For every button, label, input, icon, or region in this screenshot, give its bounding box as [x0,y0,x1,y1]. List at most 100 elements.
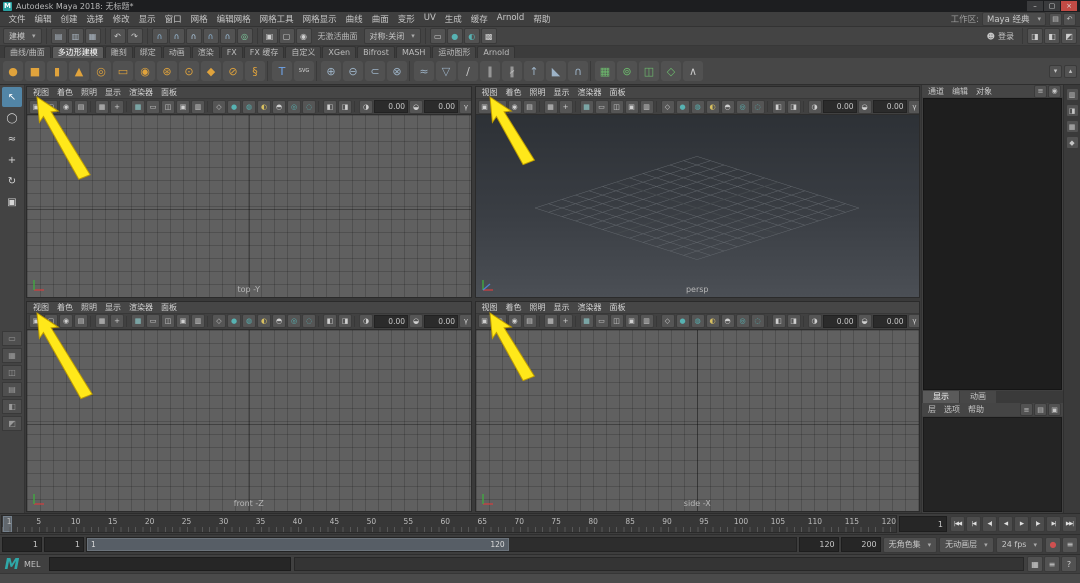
film-gate-icon[interactable]: ▭ [595,314,609,328]
menu-item[interactable]: 窗口 [160,13,186,25]
image-plane-icon[interactable]: ▦ [95,314,109,328]
go-to-start-button[interactable]: |◀◀ [950,516,965,532]
separate-icon[interactable]: ⊖ [343,61,363,81]
snap-to-point-icon[interactable]: ∩ [186,28,202,44]
isolate-select-icon[interactable]: ◧ [323,314,337,328]
shelf-tab[interactable]: 自定义 [285,46,321,58]
symmetry-icon[interactable]: ◇ [661,61,681,81]
current-frame-field[interactable]: 1 [899,516,947,532]
image-plane-icon[interactable]: ▦ [544,100,558,114]
shelf-tab[interactable]: 多边形建模 [52,46,104,58]
resolution-gate-icon[interactable]: ◫ [610,100,624,114]
layout-four-pane-icon[interactable]: ▦ [2,348,22,363]
screen-space-ao-icon[interactable]: ◎ [287,100,301,114]
field-chart-icon[interactable]: ▥ [640,100,654,114]
bookmarks-icon[interactable]: ▤ [523,100,537,114]
panel-menu-renderer[interactable]: 渲染器 [574,302,606,313]
menu-item[interactable]: 帮助 [529,13,555,25]
animation-preferences-button[interactable]: ≡ [1062,537,1078,553]
grid-icon[interactable]: ▦ [131,100,145,114]
render-current-frame-icon[interactable]: ● [447,28,463,44]
menu-item[interactable]: 编辑 [30,13,56,25]
range-end-handle[interactable]: 120 [490,540,504,549]
channel-box-menu-channels[interactable]: 通道 [924,86,948,97]
wireframe-icon[interactable]: ◇ [661,314,675,328]
field-chart-icon[interactable]: ▥ [640,314,654,328]
poly-cube-icon[interactable]: ■ [25,61,45,81]
shelf-tab[interactable]: 动画 [163,46,191,58]
range-start-handle[interactable]: 1 [91,540,96,549]
create-layer-from-selected-icon[interactable]: ▣ [1048,403,1061,416]
menu-item[interactable]: 曲面 [367,13,393,25]
rotate-tool-icon[interactable]: ↻ [2,171,22,191]
motion-blur-icon[interactable]: ◌ [751,100,765,114]
panel-menu-panels[interactable]: 面板 [157,302,181,313]
panel-menu-shading[interactable]: 着色 [502,302,526,313]
layout-outliner-persp-icon[interactable]: ◧ [2,399,22,414]
smooth-icon[interactable]: ≈ [414,61,434,81]
panel-menu-panels[interactable]: 面板 [157,87,181,98]
show-attribute-editor-icon[interactable]: ◧ [1044,28,1060,44]
show-channel-box-icon[interactable]: ◨ [1027,28,1043,44]
svg-tool-icon[interactable]: SVG [294,61,314,81]
menu-item[interactable]: 生成 [440,13,466,25]
bookmarks-icon[interactable]: ▤ [523,314,537,328]
wireframe-icon[interactable]: ◇ [212,100,226,114]
isolate-select-icon[interactable]: ◧ [323,100,337,114]
poly-cylinder-icon[interactable]: ▮ [47,61,67,81]
playback-end-field[interactable]: 120 [799,537,839,552]
x-ray-icon[interactable]: ◨ [338,100,352,114]
menu-item[interactable]: 网格工具 [255,13,298,25]
shadows-icon[interactable]: ◓ [721,100,735,114]
exposure-field[interactable]: 0.00 [823,315,857,328]
textured-icon[interactable]: ◍ [242,100,256,114]
shaded-icon[interactable]: ● [676,314,690,328]
menu-item[interactable]: 缓存 [466,13,492,25]
symmetry-selector[interactable]: 对称:关闭 ▾ [364,28,421,44]
step-back-key-button[interactable]: ◀| [982,516,997,532]
x-ray-icon[interactable]: ◨ [338,314,352,328]
step-forward-frame-button[interactable]: ▶| [1046,516,1061,532]
workspace-save-icon[interactable]: ▤ [1049,13,1062,26]
screen-space-ao-icon[interactable]: ◎ [736,314,750,328]
menu-item[interactable]: Arnold [492,13,529,25]
panel-menu-shading[interactable]: 着色 [53,302,77,313]
poly-disc-icon[interactable]: ◉ [135,61,155,81]
layer-editor-tab-anim[interactable]: 动画 [960,391,996,403]
film-gate-icon[interactable]: ▭ [146,314,160,328]
offset-edge-loop-icon[interactable]: ∦ [502,61,522,81]
x-ray-icon[interactable]: ◨ [787,314,801,328]
panel-menu-view[interactable]: 视图 [478,302,502,313]
channel-box-tab-icon[interactable]: ▦ [1066,120,1079,133]
x-ray-icon[interactable]: ◨ [787,100,801,114]
extract-icon[interactable]: ⊂ [365,61,385,81]
save-scene-icon[interactable]: ▦ [85,28,101,44]
bookmarks-icon[interactable]: ▤ [74,314,88,328]
use-all-lights-icon[interactable]: ◐ [257,314,271,328]
animation-start-field[interactable]: 1 [2,537,42,552]
new-scene-icon[interactable]: ▤ [51,28,67,44]
viewport-view-front[interactable]: front -Z [27,330,471,512]
lock-camera-icon[interactable]: ▢ [44,314,58,328]
panel-menu-lighting[interactable]: 照明 [526,87,550,98]
tool-settings-tab-icon[interactable]: ◨ [1066,104,1079,117]
textured-icon[interactable]: ◍ [691,100,705,114]
camera-attributes-icon[interactable]: ◉ [508,314,522,328]
gate-mask-icon[interactable]: ▣ [176,100,190,114]
show-tool-settings-icon[interactable]: ◩ [1061,28,1077,44]
poly-torus-icon[interactable]: ◎ [91,61,111,81]
shelf-tab[interactable]: 渲染 [192,46,220,58]
script-editor-icon[interactable]: ▦ [1027,556,1043,572]
gate-mask-icon[interactable]: ▣ [176,314,190,328]
shelf-tab[interactable]: Arnold [477,46,515,58]
workspace-selector[interactable]: Maya 经典 ▾ [982,12,1046,26]
snap-to-curve-icon[interactable]: ∩ [169,28,185,44]
panel-menu-view[interactable]: 视图 [478,87,502,98]
character-set-selector[interactable]: 无角色集 ▾ [883,537,938,553]
2d-pan-zoom-icon[interactable]: + [110,100,124,114]
grid-icon[interactable]: ▦ [580,100,594,114]
use-all-lights-icon[interactable]: ◐ [706,100,720,114]
exposure-field[interactable]: 0.00 [823,100,857,113]
panel-menu-panels[interactable]: 面板 [606,302,630,313]
screen-space-ao-icon[interactable]: ◎ [736,100,750,114]
